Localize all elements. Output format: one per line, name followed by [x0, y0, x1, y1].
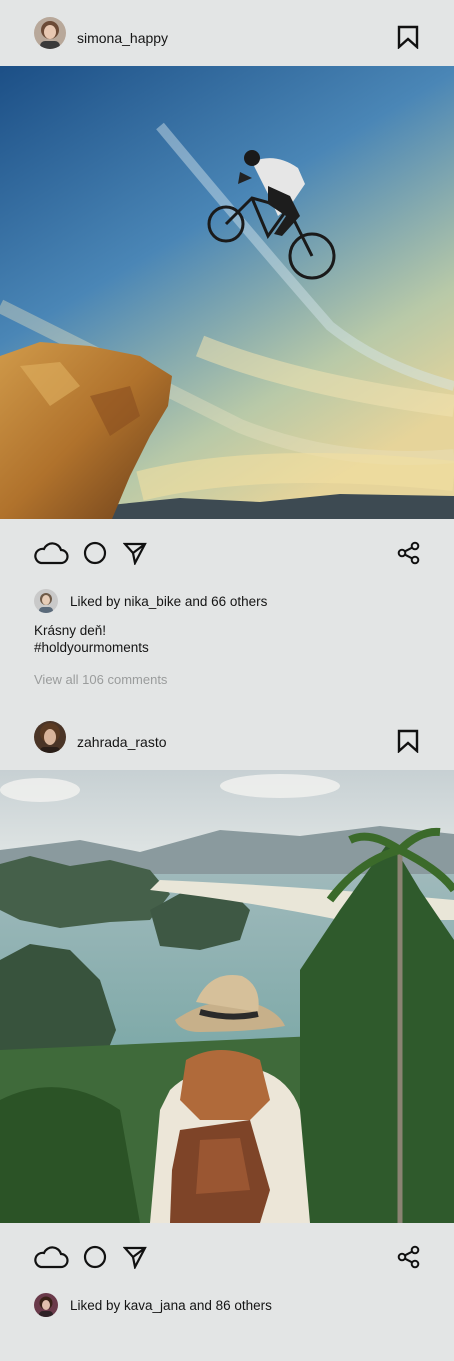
action-bar — [0, 1223, 454, 1291]
cloud-icon — [34, 542, 69, 565]
avatar[interactable] — [34, 721, 66, 753]
post-image-tropical-view[interactable] — [0, 770, 454, 1223]
post-header: simona_happy — [0, 0, 454, 66]
post: simona_happy Liked by nika_bike and 66 o… — [0, 0, 454, 687]
post-username[interactable]: zahrada_rasto — [77, 734, 167, 750]
likes-row: Liked by nika_bike and 66 others — [0, 587, 454, 619]
bookmark-button[interactable] — [396, 728, 420, 754]
circle-icon — [83, 541, 107, 565]
cloud-icon — [34, 1246, 69, 1269]
post-header: zahrada_rasto — [0, 704, 454, 770]
post: zahrada_rasto Liked by kava_jana and 86 … — [0, 704, 454, 1323]
like-button[interactable] — [32, 1243, 70, 1271]
likes-text[interactable]: Liked by kava_jana and 86 others — [70, 1298, 272, 1314]
post-username[interactable]: simona_happy — [77, 30, 168, 46]
caption-hashtag[interactable]: #holdyourmoments — [34, 639, 149, 656]
comment-button[interactable] — [82, 539, 108, 567]
send-icon — [123, 1246, 147, 1269]
avatar[interactable] — [34, 1293, 58, 1317]
caption-line: Krásny deň! — [34, 623, 107, 638]
circle-icon — [83, 1245, 107, 1269]
caption: Krásny deň! #holdyourmoments — [34, 622, 149, 656]
comment-button[interactable] — [82, 1243, 108, 1271]
bookmark-icon — [397, 729, 419, 753]
action-bar — [0, 519, 454, 587]
share-icon — [397, 541, 420, 565]
bookmark-button[interactable] — [396, 24, 420, 50]
avatar[interactable] — [34, 17, 66, 49]
send-button[interactable] — [122, 1243, 148, 1271]
likes-row: Liked by kava_jana and 86 others — [0, 1291, 454, 1323]
view-comments-link[interactable]: View all 106 comments — [34, 672, 167, 687]
like-button[interactable] — [32, 539, 70, 567]
post-image-bike-jump[interactable] — [0, 66, 454, 519]
share-icon — [397, 1245, 420, 1269]
bookmark-icon — [397, 25, 419, 49]
send-button[interactable] — [122, 539, 148, 567]
likes-text[interactable]: Liked by nika_bike and 66 others — [70, 594, 267, 610]
share-button[interactable] — [396, 539, 422, 567]
avatar[interactable] — [34, 589, 58, 613]
send-icon — [123, 542, 147, 565]
share-button[interactable] — [396, 1243, 422, 1271]
